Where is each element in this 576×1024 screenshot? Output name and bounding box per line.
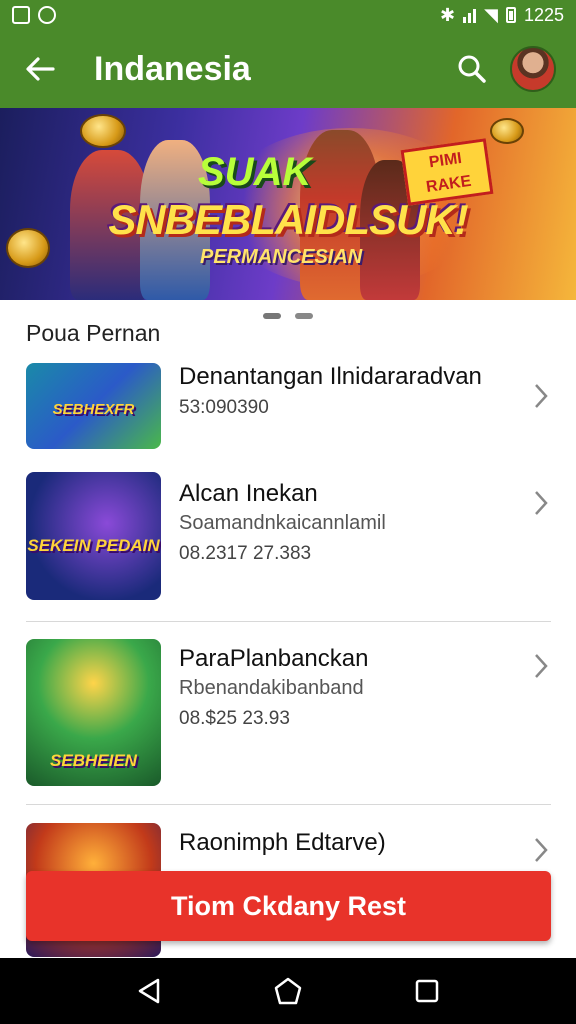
nav-back-icon bbox=[139, 978, 160, 1004]
avatar[interactable] bbox=[510, 46, 556, 92]
banner-badge: PIMI RAKE bbox=[400, 138, 494, 206]
screenshot-notification-icon bbox=[12, 6, 30, 24]
battery-icon bbox=[505, 7, 516, 23]
carousel-dot[interactable] bbox=[263, 313, 281, 319]
status-time: 1225 bbox=[523, 4, 564, 25]
list-item-title: ParaPlanbanckan bbox=[179, 645, 369, 672]
banner-title-top: SUAK bbox=[198, 150, 312, 194]
system-nav-bar bbox=[0, 958, 576, 1024]
list-item[interactable]: SEBHEXFR Denantangan Ilnidararadvan 53:0… bbox=[26, 363, 551, 449]
game-thumbnail: SEBHEIEN bbox=[26, 639, 161, 786]
game-thumbnail: SEBHEXFR bbox=[26, 363, 161, 449]
list-item-title: Denantangan Ilnidararadvan bbox=[179, 363, 482, 390]
list-divider bbox=[26, 804, 551, 805]
list-item-meta: 08.$25 23.93 bbox=[179, 708, 290, 729]
thumbnail-label: SEBHEXFR bbox=[52, 401, 135, 418]
nav-home-icon bbox=[274, 977, 302, 1005]
list-item-subtitle: Rbenandakibanband bbox=[179, 677, 364, 699]
app-bar: Indanesia bbox=[0, 30, 576, 108]
thumbnail-label: SEKEIN PEDAIN bbox=[27, 536, 160, 555]
list-item-meta: 08.2317 27.383 bbox=[179, 543, 312, 564]
nav-recents-icon bbox=[415, 979, 438, 1003]
page-title: Indanesia bbox=[94, 49, 251, 88]
chevron-right-icon bbox=[531, 835, 551, 865]
thumbnail-label: SEBHEIEN bbox=[50, 751, 137, 770]
list-item-title: Raonimph Edtarve) bbox=[179, 829, 386, 856]
nav-home-button[interactable] bbox=[268, 971, 308, 1011]
game-thumbnail: SEKEIN PEDAIN bbox=[26, 472, 161, 600]
wifi-icon: ◥ bbox=[484, 4, 498, 25]
nav-back-button[interactable] bbox=[129, 971, 169, 1011]
promo-banner[interactable]: SUAK SNBEBLAIDLSUK! PERMANCESIAN PIMI RA… bbox=[0, 108, 576, 300]
back-button[interactable] bbox=[20, 49, 60, 89]
list-item[interactable]: SEKEIN PEDAIN Alcan Inekan Soamandnkaica… bbox=[26, 472, 551, 600]
cta-button[interactable]: Tiom Ckdany Rest bbox=[26, 871, 551, 941]
signal-icon bbox=[463, 7, 477, 23]
list-item-title: Alcan Inekan bbox=[179, 480, 318, 507]
list-item[interactable]: SEBHEIEN ParaPlanbanckan Rbenandakibanba… bbox=[26, 639, 551, 786]
section-title: Poua Pernan bbox=[26, 320, 161, 346]
list-divider bbox=[26, 621, 551, 622]
banner-title: SNBEBLAIDLSUK! bbox=[108, 196, 468, 243]
sync-notification-icon bbox=[38, 6, 56, 24]
bluetooth-icon: ✱ bbox=[440, 4, 456, 25]
nav-recents-button[interactable] bbox=[407, 971, 447, 1011]
chevron-right-icon bbox=[531, 651, 551, 681]
carousel-dot[interactable] bbox=[295, 313, 313, 319]
list-item-subtitle: Soamandnkaicannlamil bbox=[179, 512, 386, 534]
back-arrow-icon bbox=[26, 57, 55, 81]
search-icon bbox=[458, 55, 486, 83]
coin-decoration bbox=[80, 114, 126, 148]
list-item-meta: 53:090390 bbox=[179, 397, 269, 418]
status-bar: ✱ ◥ 1225 bbox=[0, 0, 576, 30]
search-button[interactable] bbox=[452, 49, 492, 89]
coin-decoration bbox=[490, 118, 524, 144]
chevron-right-icon bbox=[531, 381, 551, 411]
chevron-right-icon bbox=[531, 488, 551, 518]
banner-subtitle: PERMANCESIAN bbox=[200, 246, 363, 268]
